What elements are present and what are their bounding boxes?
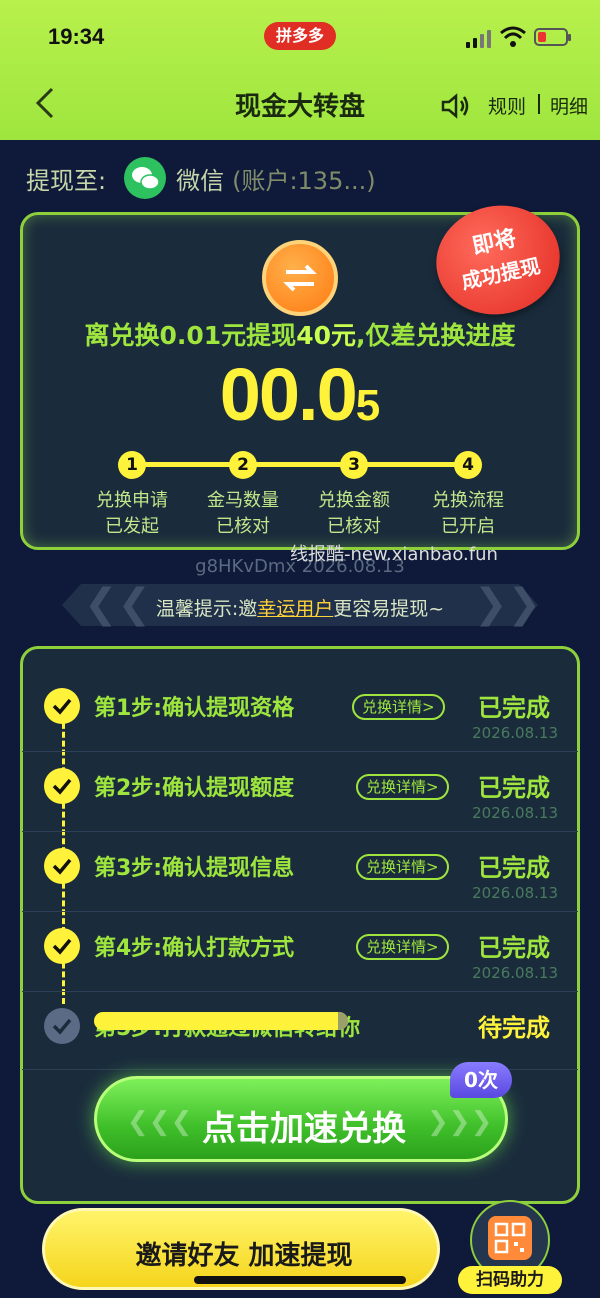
step-row-4: 第4步:确认打款方式 兑换详情> 已完成 2026.08.13 (22, 912, 578, 992)
scan-label: 扫码助力 (458, 1266, 562, 1294)
check-icon (44, 768, 80, 804)
step-date: 2026.08.13 (472, 884, 558, 902)
wechat-icon (124, 157, 167, 199)
invite-label: 邀请好友 加速提现 (135, 1241, 353, 1271)
progress-node-2: 2 (229, 451, 257, 479)
divider (538, 94, 540, 114)
progress-track (132, 462, 468, 467)
check-icon (44, 688, 80, 724)
step5-progress-bar (94, 1012, 348, 1030)
step-date: 2026.08.13 (472, 724, 558, 742)
details-link[interactable]: 明细 (550, 92, 588, 119)
home-indicator[interactable] (194, 1276, 406, 1284)
step-status: 已完成 (478, 854, 550, 882)
step-date: 2026.08.13 (472, 804, 558, 822)
check-icon (44, 848, 80, 884)
accelerate-exchange-button[interactable]: ❮❮❮ ❯❯❯ 点击加速兑换 (94, 1076, 508, 1162)
step-title: 第4步:确认打款方式 (94, 936, 295, 961)
qr-code-icon (488, 1216, 532, 1260)
step-row-3: 第3步:确认提现信息 兑换详情> 已完成 2026.08.13 (22, 832, 578, 912)
rules-link[interactable]: 规则 (488, 92, 526, 119)
step-status: 待完成 (478, 1014, 550, 1042)
progress-label-1: 兑换申请 已发起 (96, 490, 168, 537)
exchange-icon (262, 240, 338, 316)
check-icon (44, 928, 80, 964)
progress-number: 00.05 (219, 353, 381, 436)
step-title: 第3步:确认提现信息 (94, 856, 295, 881)
withdraw-label: 提现至: (26, 166, 107, 195)
step-details-link[interactable]: 兑换详情> (356, 854, 449, 880)
step-details-link[interactable]: 兑换详情> (356, 774, 449, 800)
step-row-1: 第1步:确认提现资格 兑换详情> 已完成 2026.08.13 (22, 672, 578, 752)
progress-label-3: 兑换金额 已核对 (318, 490, 390, 537)
signal-icon (466, 30, 492, 48)
progress-node-3: 3 (340, 451, 368, 479)
step-status: 已完成 (478, 934, 550, 962)
step-details-link[interactable]: 兑换详情> (356, 934, 449, 960)
step-row-5: 第5步:打款通过微信转给你 待完成 (22, 992, 578, 1070)
nav-bar: 现金大转盘 规则 明细 (0, 72, 600, 132)
wifi-icon (500, 26, 526, 48)
battery-icon (534, 28, 571, 46)
step-title: 第1步:确认提现资格 (94, 696, 295, 721)
withdraw-method: 微信 (176, 166, 225, 195)
exchange-headline: 离兑换0.01元提现40元,仅差兑换进度 (84, 321, 516, 350)
count-badge: 0次 (450, 1062, 512, 1098)
progress-label-2: 金马数量 已核对 (207, 490, 279, 537)
speaker-icon[interactable] (440, 92, 470, 120)
scan-assist-button[interactable]: 扫码助力 (458, 1200, 562, 1298)
withdraw-target: 提现至: 微信 (账户:135...) (26, 156, 376, 200)
step-status: 已完成 (478, 774, 550, 802)
withdraw-account: (账户:135...) (232, 166, 376, 195)
step-details-link[interactable]: 兑换详情> (352, 694, 445, 720)
progress-label-4: 兑换流程 已开启 (432, 490, 504, 537)
step-status: 已完成 (478, 694, 550, 722)
app-badge: 拼多多 (264, 22, 336, 50)
step-row-2: 第2步:确认提现额度 兑换详情> 已完成 2026.08.13 (22, 752, 578, 832)
status-time: 19:34 (48, 24, 105, 49)
accelerate-label: 点击加速兑换 (202, 1109, 406, 1149)
step-title: 第2步:确认提现额度 (94, 776, 295, 801)
tip-text: 温馨提示:邀幸运用户更容易提现~ (155, 598, 445, 620)
check-icon (44, 1008, 80, 1044)
watermark-site: 线报酷-new.xianbao.fun (290, 544, 498, 565)
progress-node-1: 1 (118, 451, 146, 479)
progress-node-4: 4 (454, 451, 482, 479)
status-bar: 19:34 拼多多 (0, 22, 600, 56)
step-date: 2026.08.13 (472, 964, 558, 982)
